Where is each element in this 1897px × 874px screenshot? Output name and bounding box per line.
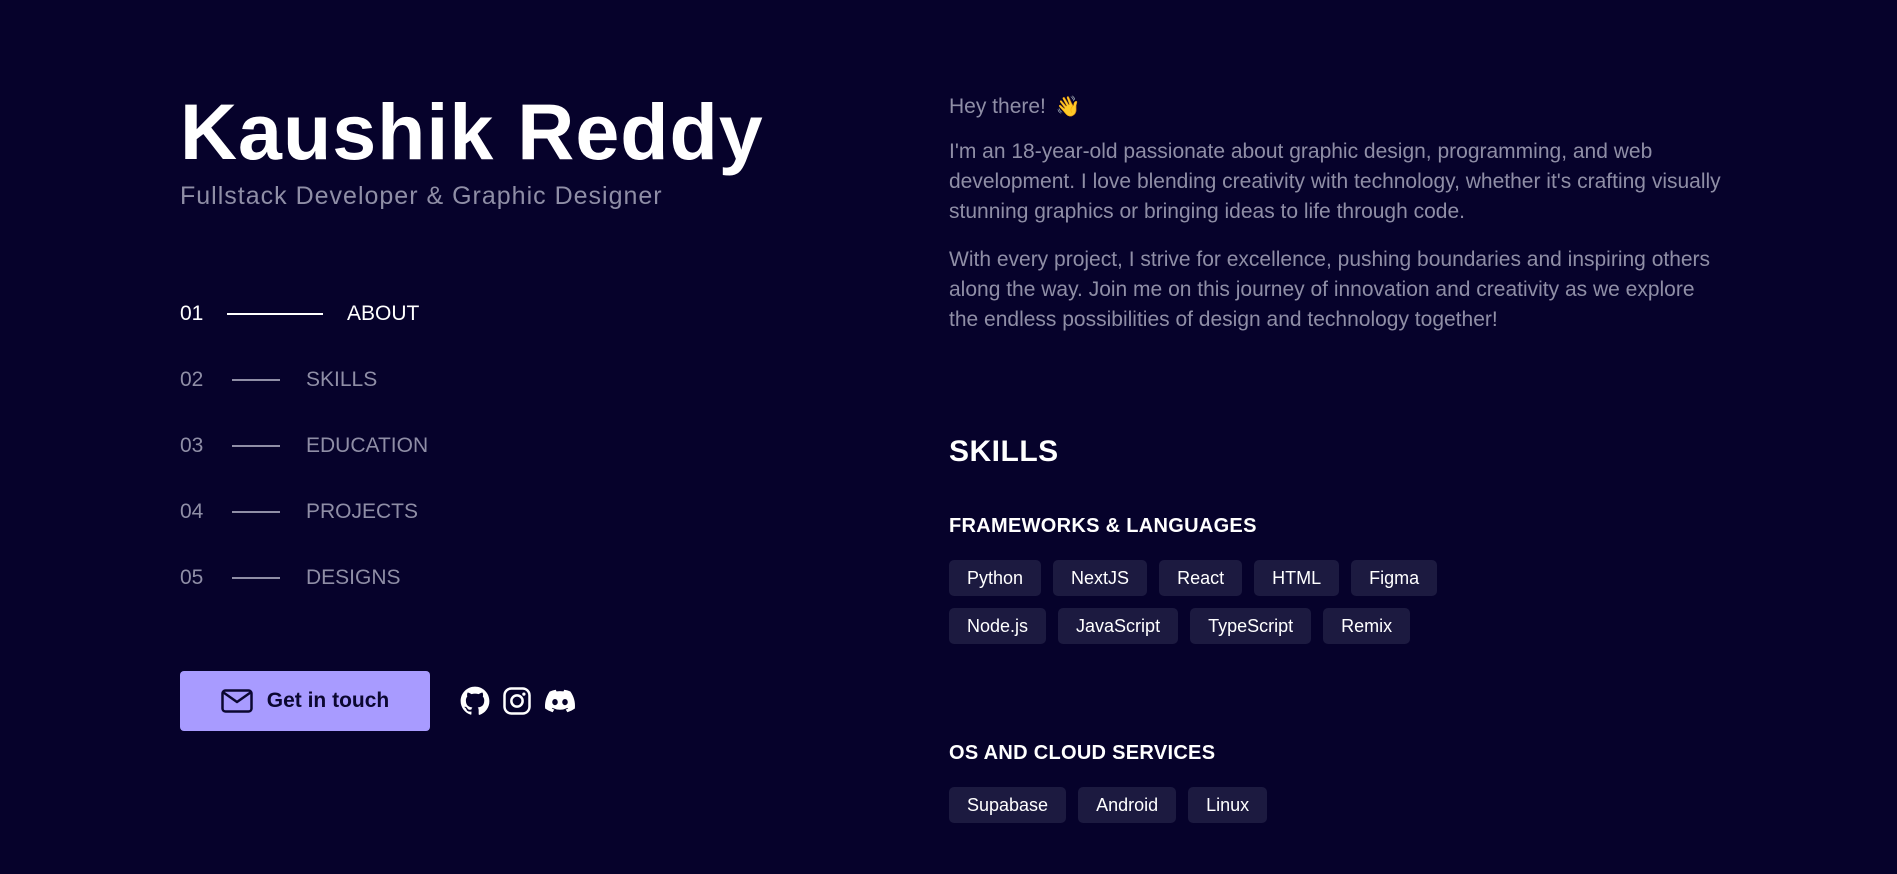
- skill-tag: React: [1159, 560, 1243, 596]
- nav-label: EDUCATION: [306, 434, 429, 457]
- skills-group-title: FRAMEWORKS & LANGUAGES: [949, 515, 1257, 537]
- nav-number: 01: [180, 302, 204, 325]
- skill-tag: TypeScript: [1190, 608, 1312, 644]
- mail-icon: [221, 689, 253, 713]
- nav-number: 03: [180, 434, 204, 457]
- nav-item-education[interactable]: 03 EDUCATION: [180, 413, 780, 479]
- skills-tags: Python NextJS React HTML Figma Node.js J…: [949, 560, 1509, 656]
- greeting-text: Hey there!: [949, 94, 1046, 118]
- skill-tag: Android: [1078, 787, 1177, 823]
- nav-label: SKILLS: [306, 368, 378, 391]
- right-panel: Hey there! 👋 I'm an 18-year-old passiona…: [949, 94, 1729, 835]
- nav-label: DESIGNS: [306, 566, 401, 589]
- skill-tag: Node.js: [949, 608, 1047, 644]
- section-nav: 01 ABOUT 02 SKILLS 03 EDUCATION 04 PROJE…: [180, 281, 780, 611]
- wave-emoji-icon: 👋: [1055, 96, 1081, 118]
- nav-label: ABOUT: [347, 302, 420, 325]
- nav-line: [227, 313, 323, 315]
- skills-heading: SKILLS: [949, 435, 1059, 468]
- skill-tag: Figma: [1351, 560, 1438, 596]
- skill-tag: Linux: [1188, 787, 1268, 823]
- nav-item-skills[interactable]: 02 SKILLS: [180, 347, 780, 413]
- discord-icon[interactable]: [544, 686, 576, 716]
- get-in-touch-label: Get in touch: [266, 689, 390, 712]
- about-paragraph-1: I'm an 18-year-old passionate about grap…: [949, 140, 1721, 223]
- left-panel: Kaushik Reddy Fullstack Developer & Grap…: [180, 88, 780, 731]
- nav-label: PROJECTS: [306, 500, 419, 523]
- subtitle: Fullstack Developer & Graphic Designer: [180, 182, 663, 210]
- github-icon[interactable]: [460, 686, 490, 716]
- nav-number: 02: [180, 368, 204, 391]
- actions-row: Get in touch: [180, 671, 780, 731]
- page-title: Kaushik Reddy: [180, 87, 764, 176]
- skill-tag: NextJS: [1053, 560, 1148, 596]
- skill-tag: HTML: [1254, 560, 1340, 596]
- nav-item-designs[interactable]: 05 DESIGNS: [180, 545, 780, 611]
- instagram-icon[interactable]: [502, 686, 532, 716]
- skill-tag: Python: [949, 560, 1042, 596]
- nav-line: [232, 445, 280, 447]
- nav-number: 04: [180, 500, 204, 523]
- nav-item-projects[interactable]: 04 PROJECTS: [180, 479, 780, 545]
- skills-tags: Supabase Android Linux: [949, 787, 1509, 835]
- nav-item-about[interactable]: 01 ABOUT: [180, 281, 780, 347]
- get-in-touch-button[interactable]: Get in touch: [180, 671, 430, 731]
- nav-line: [232, 577, 280, 579]
- greeting: Hey there! 👋: [949, 94, 1729, 119]
- skill-tag: Remix: [1323, 608, 1411, 644]
- social-links: [460, 686, 588, 716]
- nav-line: [232, 511, 280, 513]
- about-paragraph-2: With every project, I strive for excelle…: [949, 248, 1711, 331]
- skill-tag: JavaScript: [1058, 608, 1179, 644]
- skill-tag: Supabase: [949, 787, 1067, 823]
- nav-number: 05: [180, 566, 204, 589]
- skills-group-title: OS AND CLOUD SERVICES: [949, 742, 1216, 764]
- nav-line: [232, 379, 280, 381]
